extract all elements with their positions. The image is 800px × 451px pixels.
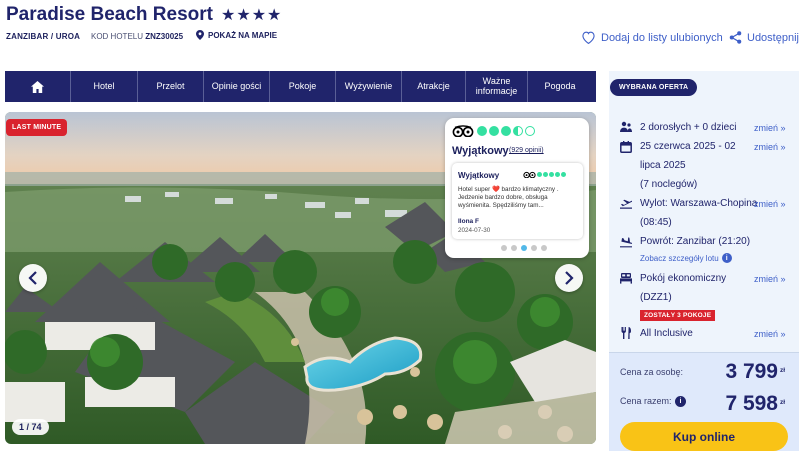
heart-icon (582, 31, 595, 44)
map-pin-icon (196, 30, 204, 40)
review-count-link[interactable]: (929 opinii) (509, 147, 544, 154)
price-per-person-value: 3 799 (725, 360, 778, 383)
calendar-icon (620, 141, 632, 153)
nav-hotel[interactable]: Hotel (70, 71, 137, 102)
hotel-nav-bar: Hotel Przelot Opinie gości Pokoje Wyżywi… (5, 71, 596, 102)
review-snippet-score (523, 171, 566, 178)
nav-home[interactable] (5, 71, 70, 102)
flight-details-label: Zobacz szczegóły lotu (640, 253, 719, 263)
plane-landing-icon (620, 237, 632, 248)
nav-reviews[interactable]: Opinie gości (203, 71, 269, 102)
offer-room-code: (DZZ1) (640, 292, 672, 303)
review-snippet-text: Hotel super ❤️ bardzo klimatyczny . Jedz… (458, 186, 559, 209)
review-page-dot[interactable] (531, 245, 537, 251)
offer-nights: (7 noclegów) (640, 179, 698, 190)
review-header (452, 125, 535, 137)
chevron-left-icon (28, 271, 37, 285)
offer-dates-line2: lipca 2025 (640, 160, 686, 171)
share-icon (729, 31, 742, 44)
review-score-dot (501, 126, 511, 136)
review-snippet-dot (543, 172, 548, 177)
add-to-favorites-label: Dodaj do listy ulubionych (601, 31, 723, 44)
selected-offer-badge: WYBRANA OFERTA (610, 79, 698, 96)
offer-travelers: 2 dorosłych + 0 dzieci (640, 122, 737, 133)
price-total-label: Cena razem: (620, 396, 672, 406)
review-page-dot[interactable] (511, 245, 517, 251)
hotel-stars: ★★★★ (221, 7, 283, 24)
review-page-dot[interactable] (501, 245, 507, 251)
tripadvisor-owl-icon (523, 171, 536, 178)
price-per-person-label: Cena za osobę: (620, 367, 684, 377)
offer-board: All Inclusive (640, 328, 693, 339)
review-snippet-title: Wyjątkowy (458, 171, 500, 180)
show-on-map-link[interactable]: POKAŻ NA MAPIE (196, 30, 277, 40)
hotel-location: ZANZIBAR / UROA (6, 32, 81, 41)
rooms-left-badge: ZOSTAŁY 3 POKOJE (640, 310, 716, 321)
share-label: Udostępnij (747, 31, 799, 44)
review-pager (501, 245, 547, 251)
review-page-dot[interactable] (541, 245, 547, 251)
flight-details-link[interactable]: Zobacz szczegóły lotu i (640, 253, 732, 263)
info-icon: i (721, 253, 732, 263)
price-info-icon[interactable]: i (675, 396, 686, 407)
offer-departure: Wylot: Warszawa-Chopina (640, 198, 758, 209)
nav-meals[interactable]: Wyżywienie (335, 71, 401, 102)
add-to-favorites-button[interactable]: Dodaj do listy ulubionych (581, 31, 723, 44)
plane-takeoff-icon (620, 199, 632, 209)
show-on-map-label: POKAŻ NA MAPIE (208, 30, 278, 40)
review-score-dot (513, 126, 523, 136)
review-score-dots (477, 126, 535, 136)
change-dates-link[interactable]: zmień » (754, 142, 786, 152)
offer-room: Pokój ekonomiczny (640, 273, 727, 284)
hotel-title: Paradise Beach Resort (6, 4, 213, 25)
change-departure-link[interactable]: zmień » (754, 199, 786, 209)
nav-attractions[interactable]: Atrakcje (401, 71, 465, 102)
review-author: Ilona F (458, 218, 479, 225)
gallery-next-button[interactable] (555, 264, 583, 292)
cutlery-icon (621, 327, 631, 339)
hotel-code: KOD HOTELU ZNZ30025 (91, 32, 183, 41)
buy-online-button[interactable]: Kup online (620, 422, 788, 451)
review-snippet-dot (561, 172, 566, 177)
share-button[interactable]: Udostępnij (729, 31, 799, 44)
hotel-code-label: KOD HOTELU (91, 32, 144, 41)
nav-weather[interactable]: Pogoda (527, 71, 592, 102)
nav-flight[interactable]: Przelot (137, 71, 203, 102)
review-date: 2024-07-30 (458, 227, 491, 234)
review-score-dot (489, 126, 499, 136)
review-card: Wyjątkowy (929 opinii) Wyjątkowy Hotel s… (445, 118, 589, 258)
people-icon (620, 121, 632, 132)
last-minute-badge: LAST MINUTE (6, 119, 68, 136)
review-snippet-dot (549, 172, 554, 177)
review-page-dot-active[interactable] (521, 245, 527, 251)
review-snippet-dot (555, 172, 560, 177)
offer-departure-time: (08:45) (640, 217, 672, 228)
review-rating-text: Wyjątkowy (452, 145, 509, 157)
price-total-value: 7 598 (725, 392, 778, 415)
home-icon (31, 80, 44, 93)
change-room-link[interactable]: zmień » (754, 274, 786, 284)
chevron-right-icon (565, 271, 574, 285)
photo-counter: 1 / 74 (12, 419, 49, 435)
review-snippet-dot (537, 172, 542, 177)
review-score-dot (525, 126, 535, 136)
bed-icon (620, 273, 632, 284)
offer-return: Powrót: Zanzibar (21:20) (640, 236, 751, 247)
review-score-dot (477, 126, 487, 136)
price-per-person-currency: zł (780, 367, 786, 374)
review-snippet-card[interactable]: Wyjątkowy Hotel super ❤️ bardzo klimatyc… (452, 163, 583, 239)
change-board-link[interactable]: zmień » (754, 329, 786, 339)
offer-dates-line1: 25 czerwca 2025 - 02 (640, 141, 736, 152)
nav-important-info[interactable]: Ważne informacje (465, 71, 527, 102)
price-total-currency: zł (780, 399, 786, 406)
change-travelers-link[interactable]: zmień » (754, 123, 786, 133)
gallery-prev-button[interactable] (19, 264, 47, 292)
hotel-code-value: ZNZ30025 (145, 32, 184, 41)
tripadvisor-owl-icon (452, 125, 474, 137)
nav-rooms[interactable]: Pokoje (269, 71, 335, 102)
